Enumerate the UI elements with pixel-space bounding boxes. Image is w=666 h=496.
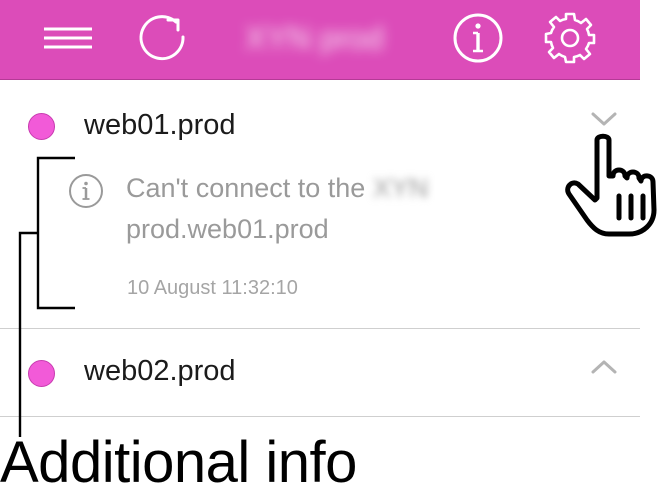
pointing-hand-cursor-icon bbox=[565, 133, 657, 237]
annotation-label: Additional info bbox=[0, 430, 357, 495]
annotation-bracket bbox=[18, 156, 75, 437]
app-screen: XYN prod web01.prod Can't connect to the… bbox=[0, 0, 666, 496]
